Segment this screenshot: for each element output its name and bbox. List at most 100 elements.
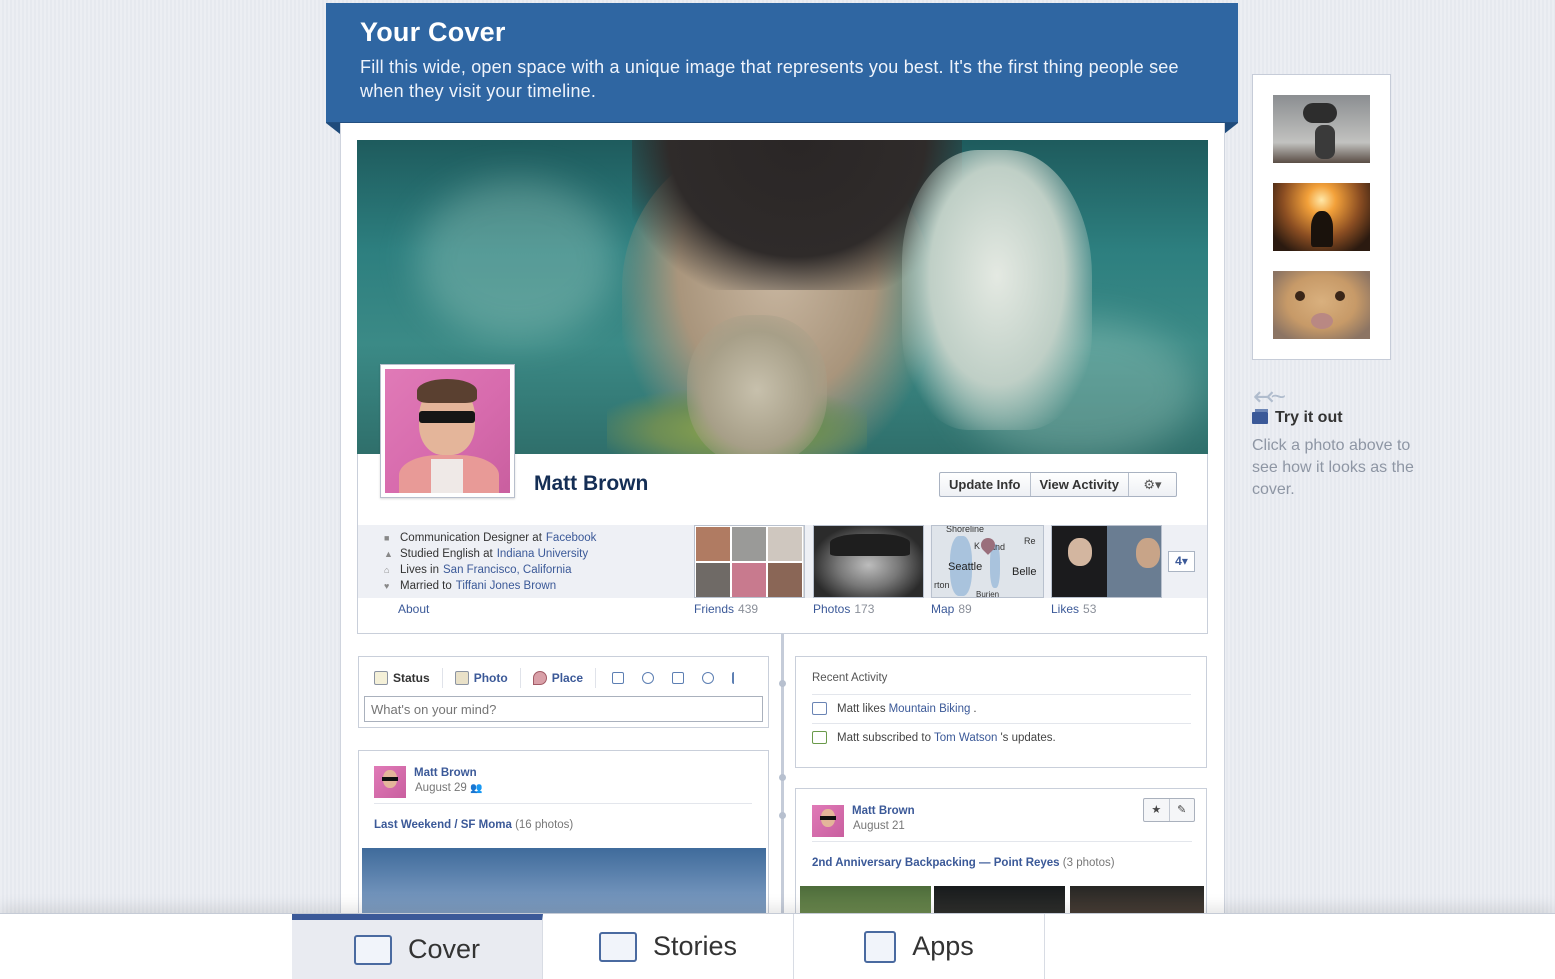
view-activity-button[interactable]: View Activity — [1031, 473, 1129, 496]
timeline-dot — [779, 680, 786, 687]
thumb-figure — [1303, 103, 1337, 123]
banner-fold-right — [1224, 123, 1238, 134]
post-author[interactable]: Matt Brown — [852, 805, 915, 817]
friend-photo — [731, 562, 767, 597]
divider — [374, 803, 752, 804]
photo-icon — [454, 671, 469, 685]
friend-photo — [767, 526, 803, 562]
mountain-biking-link[interactable]: Mountain Biking — [889, 703, 971, 715]
post-tools: ★ ✎ — [1143, 798, 1195, 822]
friend-photo — [695, 562, 731, 597]
more-sections-button[interactable]: 4▾ — [1168, 551, 1195, 572]
photos-label[interactable]: Photos 173 — [813, 602, 874, 616]
info-location-text: Lives in — [400, 564, 439, 576]
info-location-link[interactable]: San Francisco, California — [443, 562, 571, 578]
friends-tile[interactable] — [694, 525, 805, 598]
photos-count: 173 — [854, 602, 875, 616]
divider — [812, 694, 1191, 695]
info-education-link[interactable]: Indiana University — [497, 546, 588, 562]
post-avatar[interactable] — [374, 766, 406, 798]
suggested-cover-thumb[interactable] — [1273, 183, 1370, 251]
friends-audience-icon: 👥 — [470, 783, 483, 794]
map-label-seattle: Seattle — [948, 561, 983, 573]
banner-description: Fill this wide, open space with a unique… — [360, 57, 1179, 101]
photos-tile[interactable] — [813, 525, 924, 598]
map-tile[interactable]: Shoreline Seattle Belle K and Re rton Bu… — [931, 525, 1044, 598]
info-education-text: Studied English at — [400, 548, 493, 560]
post-date[interactable]: August 29 👥 — [415, 782, 482, 794]
tab-apps-label: Apps — [912, 931, 974, 961]
cover-banner: Your Cover Fill this wide, open space wi… — [326, 3, 1238, 123]
work-icon[interactable] — [612, 672, 625, 684]
heart-icon[interactable] — [642, 672, 655, 684]
map-label[interactable]: Map 89 — [931, 602, 972, 616]
house-icon: ⌂ — [384, 565, 390, 575]
tab-apps[interactable]: Apps — [794, 914, 1045, 979]
recent-item-2-text: Matt subscribed to — [837, 731, 931, 744]
album-link[interactable]: Last Weekend — [374, 819, 451, 831]
try-it-out-description: Click a photo above to see how it looks … — [1252, 437, 1414, 498]
friends-count: 439 — [738, 602, 759, 616]
edit-pencil-icon[interactable]: ✎ — [1170, 799, 1195, 821]
try-it-out-title: Try it out — [1275, 409, 1343, 426]
status-input[interactable] — [364, 696, 763, 722]
update-info-button[interactable]: Update Info — [940, 473, 1031, 496]
thumb-figure — [1315, 125, 1335, 159]
tab-photo[interactable]: Photo — [454, 668, 521, 688]
tab-stories[interactable]: Stories — [543, 914, 794, 979]
place-link[interactable]: Point Reyes — [994, 857, 1060, 869]
profile-picture[interactable] — [380, 364, 515, 498]
home-icon[interactable] — [672, 672, 685, 684]
tab-cover-label: Cover — [407, 934, 481, 964]
suggested-cover-thumb[interactable] — [1273, 95, 1370, 163]
profile-name[interactable]: Matt Brown — [534, 472, 648, 496]
friend-photo — [731, 526, 767, 562]
milestone-flag-icon[interactable] — [732, 672, 744, 684]
cover-icon — [1252, 409, 1268, 424]
tab-place[interactable]: Place — [532, 668, 597, 688]
tom-watson-link[interactable]: Tom Watson — [934, 732, 997, 744]
heart-icon: ♥ — [384, 581, 390, 591]
thumb-eye — [1335, 291, 1345, 301]
tab-cover[interactable]: Cover — [292, 914, 543, 979]
album-link[interactable]: 2nd Anniversary Backpacking — [812, 857, 976, 869]
place-link[interactable]: SF Moma — [461, 819, 512, 831]
post-avatar[interactable] — [812, 805, 844, 837]
more-count: 4 — [1175, 554, 1182, 568]
map-label-text: Map — [931, 602, 955, 616]
about-link[interactable]: About — [398, 602, 429, 616]
likes-tile[interactable] — [1051, 525, 1162, 598]
likes-label-text: Likes — [1051, 602, 1080, 616]
profile-info-list: ■ Communication Designer at Facebook ▲ Stud… — [384, 530, 596, 594]
settings-dropdown-button[interactable]: ⚙▾ — [1129, 473, 1176, 496]
tab-status[interactable]: Status — [374, 668, 443, 688]
composer-tabs: Status Photo Place — [374, 668, 744, 688]
likes-label[interactable]: Likes 53 — [1051, 602, 1096, 616]
cover-fist — [687, 315, 827, 454]
info-row-location: ⌂ Lives in San Francisco, California — [384, 562, 596, 578]
avatar — [385, 369, 510, 493]
health-icon[interactable] — [702, 672, 715, 684]
avatar-tee — [431, 459, 463, 493]
info-work-link[interactable]: Facebook — [546, 530, 597, 546]
post-author[interactable]: Matt Brown — [414, 767, 477, 779]
map-label-burien: Burien — [976, 590, 1000, 598]
likes-count: 53 — [1083, 602, 1097, 616]
suggested-cover-thumb[interactable] — [1273, 271, 1370, 339]
info-relationship-text: Married to — [400, 580, 452, 592]
photo-hat — [830, 534, 910, 556]
avatar-sunglasses — [419, 411, 475, 423]
info-relationship-link[interactable]: Tiffani Jones Brown — [456, 578, 556, 594]
recent-item-2-end: 's updates. — [1000, 731, 1056, 744]
star-icon[interactable]: ★ — [1144, 799, 1170, 821]
try-it-out-heading: Try it out — [1252, 409, 1343, 427]
photo-count: (3 photos) — [1062, 857, 1115, 869]
map-label-rton: rton — [934, 580, 950, 590]
post-photo[interactable] — [362, 848, 766, 919]
recent-item-1-text: Matt likes — [837, 702, 886, 715]
likes-face-2 — [1136, 538, 1160, 568]
info-work-text: Communication Designer at — [400, 532, 542, 544]
banner-fold-left — [326, 123, 340, 134]
friends-label[interactable]: Friends 439 — [694, 602, 758, 616]
post-date[interactable]: August 21 — [853, 820, 905, 832]
